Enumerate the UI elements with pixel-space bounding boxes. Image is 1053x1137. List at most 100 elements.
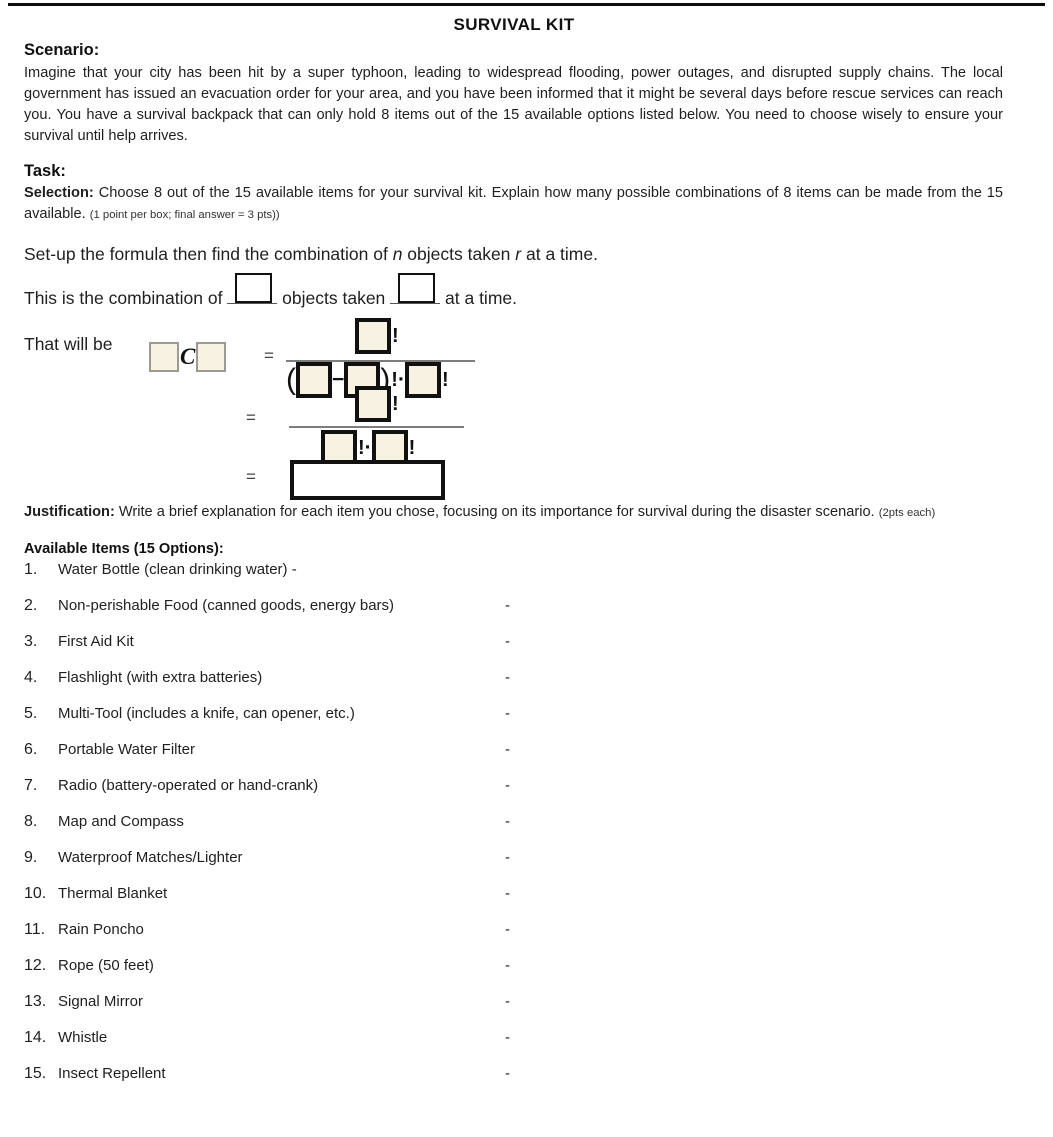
item-label: Insect Repellent: [58, 1064, 166, 1082]
line2-denominator-factorial-a: !: [358, 436, 365, 459]
item-number: 10.: [24, 884, 47, 902]
item-label: Non-perishable Food (canned goods, energ…: [58, 596, 395, 614]
item-label: First Aid Kit: [58, 632, 134, 650]
item-answer-dash: -: [505, 1028, 510, 1046]
equals-line2: =: [246, 407, 256, 427]
equals-line3: =: [246, 466, 256, 486]
setup-instruction: Set-up the formula then find the combina…: [24, 243, 1003, 266]
item-number: 5.: [24, 704, 38, 722]
item-number: 3.: [24, 632, 38, 650]
item-answer-dash: -: [505, 776, 510, 794]
numerator-factorial: !: [392, 324, 399, 347]
dot-operator-2: ·: [364, 435, 372, 459]
item-label: Whistle: [58, 1028, 108, 1046]
item-answer-dash: -: [505, 956, 510, 974]
item-label: Signal Mirror: [58, 992, 144, 1010]
justification-paragraph: Justification: Write a brief explanation…: [24, 502, 1003, 523]
paren-open-1: (: [286, 362, 296, 396]
scenario-body: Imagine that your city has been hit by a…: [24, 64, 1003, 144]
document-content: Scenario: Imagine that your city has bee…: [24, 40, 1003, 1101]
fraction-bar-2: [289, 425, 464, 429]
line2-numerator-box[interactable]: [355, 385, 391, 422]
item-number: 11.: [24, 920, 46, 938]
worksheet-page: SURVIVAL KIT Scenario: Imagine that your…: [0, 0, 1053, 1137]
item-answer-dash: -: [505, 632, 510, 650]
available-items-heading: Available Items (15 Options):: [24, 540, 224, 557]
item-answer-dash: -: [505, 668, 510, 686]
item-label: Portable Water Filter: [58, 740, 195, 758]
task-selection-paragraph: Selection: Choose 8 out of the 15 availa…: [24, 183, 1003, 225]
item-label: Map and Compass: [58, 812, 184, 830]
item-number: 14.: [24, 1028, 47, 1046]
list-item: 4. Flashlight (with extra batteries) -: [24, 669, 1003, 705]
denominator-factorial-2: !: [441, 368, 449, 391]
variable-n: n: [392, 244, 403, 265]
item-label: Flashlight (with extra batteries): [58, 668, 263, 686]
denominator-r2-box[interactable]: [404, 361, 441, 398]
item-answer-dash: -: [505, 596, 510, 614]
item-label: Waterproof Matches/Lighter: [58, 848, 243, 866]
combination-text-a: This is the combination of: [24, 288, 228, 308]
list-item: 7. Radio (battery-operated or hand-crank)…: [24, 777, 1003, 813]
header-rule: [8, 3, 1045, 6]
list-item: 11. Rain Poncho -: [24, 921, 1003, 957]
item-label: Radio (battery-operated or hand-crank): [58, 776, 319, 794]
combination-text-b: objects taken: [277, 288, 391, 308]
item-answer-dash: -: [505, 740, 510, 758]
setup-text-b: objects taken: [402, 244, 516, 265]
item-label: Water Bottle (clean drinking water) -: [58, 560, 297, 578]
blank-n-field[interactable]: [227, 273, 278, 304]
item-answer-dash: -: [505, 920, 510, 938]
item-answer-dash: -: [505, 884, 510, 902]
combination-sentence: This is the combination of objects taken…: [24, 273, 1003, 310]
page-title: SURVIVAL KIT: [453, 15, 575, 34]
dot-operator-1: ·: [397, 367, 405, 391]
blank-r-field[interactable]: [390, 273, 441, 304]
item-answer-dash: -: [505, 992, 510, 1010]
item-number: 9.: [24, 848, 38, 866]
item-number: 7.: [24, 776, 38, 794]
setup-text-a: Set-up the formula then find the combina…: [24, 244, 393, 265]
justification-body: Write a brief explanation for each item …: [118, 503, 875, 520]
available-items-list: 1. Water Bottle (clean drinking water) - …: [24, 561, 1003, 1101]
numerator-n-box[interactable]: [355, 317, 391, 354]
item-number: 12.: [24, 956, 47, 974]
list-item: 12. Rope (50 feet) -: [24, 957, 1003, 993]
that-will-be-label: That will be: [24, 333, 113, 354]
item-number: 1.: [24, 560, 38, 578]
blank-r-box[interactable]: [398, 273, 436, 303]
formula-line2-numerator: !: [355, 385, 399, 422]
final-answer-box[interactable]: [290, 459, 445, 500]
item-number: 2.: [24, 596, 38, 614]
item-answer-dash: -: [505, 848, 510, 866]
list-item: 13. Signal Mirror -: [24, 993, 1003, 1029]
list-item: 1. Water Bottle (clean drinking water) -: [24, 561, 1003, 597]
formula-line1-numerator: !: [355, 317, 399, 354]
list-item: 3. First Aid Kit -: [24, 633, 1003, 669]
combination-formula-block: That will be C = ! (−)!·! = ! !·! =: [24, 317, 1003, 502]
item-number: 13.: [24, 992, 47, 1010]
formula-n-box[interactable]: [149, 341, 179, 372]
selection-label: Selection:: [24, 185, 94, 202]
list-item: 8. Map and Compass -: [24, 813, 1003, 849]
item-label: Thermal Blanket: [58, 884, 168, 902]
formula-r-box[interactable]: [196, 341, 227, 372]
list-item: 6. Portable Water Filter -: [24, 741, 1003, 777]
item-number: 8.: [24, 812, 38, 830]
item-answer-dash: -: [505, 1064, 510, 1082]
justification-points: (2pts each): [878, 506, 936, 519]
list-item: 2. Non-perishable Food (canned goods, ene…: [24, 597, 1003, 633]
list-item: 5. Multi-Tool (includes a knife, can open…: [24, 705, 1003, 741]
list-item: 10. Thermal Blanket -: [24, 885, 1003, 921]
blank-n-box[interactable]: [235, 273, 273, 303]
item-answer-dash: -: [505, 704, 510, 722]
item-answer-dash: -: [505, 812, 510, 830]
denominator-n-box[interactable]: [296, 361, 332, 398]
scenario-heading: Scenario:: [24, 41, 100, 59]
selection-points: (1 point per box; final answer = 3 pts)): [89, 209, 280, 222]
line2-denominator-factorial-b: !: [408, 436, 416, 459]
item-label: Rain Poncho: [58, 920, 144, 938]
equals-line1: =: [264, 345, 274, 365]
item-number: 6.: [24, 740, 38, 758]
item-label: Multi-Tool (includes a knife, can opener…: [58, 704, 355, 722]
